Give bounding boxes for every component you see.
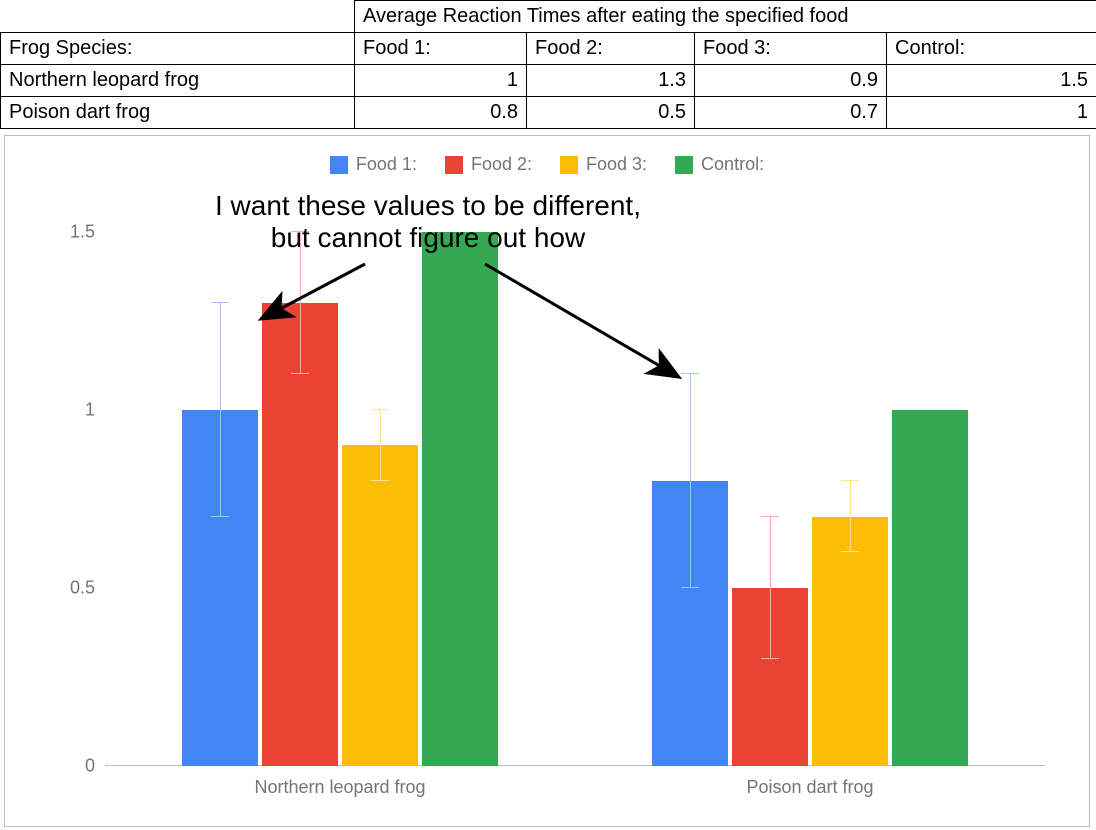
- legend-swatch: [675, 156, 693, 174]
- error-cap: [211, 302, 229, 303]
- col-header-food3[interactable]: Food 3:: [695, 33, 887, 65]
- col-header-control[interactable]: Control:: [887, 33, 1096, 65]
- table-row: Northern leopard frog 1 1.3 0.9 1.5: [1, 65, 1096, 97]
- value-cell[interactable]: 0.8: [355, 97, 527, 129]
- y-tick-label: 1: [51, 399, 95, 420]
- error-bar: [770, 517, 771, 660]
- value-cell[interactable]: 1.5: [887, 65, 1096, 97]
- value-cell[interactable]: 1: [887, 97, 1096, 129]
- error-cap: [681, 373, 699, 374]
- error-bar: [850, 481, 851, 552]
- col-header-food2[interactable]: Food 2:: [527, 33, 695, 65]
- error-cap: [841, 551, 859, 552]
- error-cap: [291, 231, 309, 232]
- legend-item-food1: Food 1:: [330, 154, 417, 175]
- y-tick-label: 0: [51, 756, 95, 777]
- chart-legend: Food 1: Food 2: Food 3: Control:: [5, 154, 1089, 175]
- legend-item-food2: Food 2:: [445, 154, 532, 175]
- legend-swatch: [445, 156, 463, 174]
- y-tick-label: 0.5: [51, 577, 95, 598]
- bar: [812, 517, 888, 766]
- species-cell[interactable]: Poison dart frog: [1, 97, 355, 129]
- value-cell[interactable]: 1: [355, 65, 527, 97]
- error-cap: [681, 587, 699, 588]
- error-cap: [761, 658, 779, 659]
- value-cell[interactable]: 0.7: [695, 97, 887, 129]
- table-title-cell[interactable]: Average Reaction Times after eating the …: [355, 1, 1096, 33]
- table-row: Frog Species: Food 1: Food 2: Food 3: Co…: [1, 33, 1096, 65]
- chart-container[interactable]: Food 1: Food 2: Food 3: Control: 00.511.…: [4, 135, 1090, 827]
- error-cap: [371, 480, 389, 481]
- error-cap: [211, 516, 229, 517]
- value-cell[interactable]: 0.9: [695, 65, 887, 97]
- error-bar: [220, 303, 221, 517]
- legend-label: Food 1:: [356, 154, 417, 175]
- legend-swatch: [330, 156, 348, 174]
- error-cap: [291, 373, 309, 374]
- error-bar: [300, 232, 301, 375]
- legend-label: Food 2:: [471, 154, 532, 175]
- x-tick-label: Northern leopard frog: [254, 777, 425, 798]
- value-cell[interactable]: 0.5: [527, 97, 695, 129]
- bar: [342, 445, 418, 766]
- error-cap: [761, 516, 779, 517]
- col-header-food1[interactable]: Food 1:: [355, 33, 527, 65]
- table-row: Poison dart frog 0.8 0.5 0.7 1: [1, 97, 1096, 129]
- legend-item-control: Control:: [675, 154, 764, 175]
- row-header-label[interactable]: Frog Species:: [1, 33, 355, 65]
- species-cell[interactable]: Northern leopard frog: [1, 65, 355, 97]
- blank-cell[interactable]: [1, 1, 183, 33]
- x-tick-label: Poison dart frog: [746, 777, 873, 798]
- error-bar: [380, 410, 381, 481]
- legend-item-food3: Food 3:: [560, 154, 647, 175]
- error-cap: [371, 409, 389, 410]
- legend-label: Food 3:: [586, 154, 647, 175]
- legend-label: Control:: [701, 154, 764, 175]
- bar: [422, 232, 498, 766]
- table-row: Average Reaction Times after eating the …: [1, 1, 1096, 33]
- y-tick-label: 1.5: [51, 221, 95, 242]
- blank-cell[interactable]: [183, 1, 355, 33]
- value-cell[interactable]: 1.3: [527, 65, 695, 97]
- legend-swatch: [560, 156, 578, 174]
- error-bar: [690, 374, 691, 588]
- error-cap: [841, 480, 859, 481]
- data-table: Average Reaction Times after eating the …: [0, 0, 1096, 129]
- bar: [892, 410, 968, 766]
- chart-plot-area: 00.511.5Northern leopard frogPoison dart…: [105, 196, 1045, 766]
